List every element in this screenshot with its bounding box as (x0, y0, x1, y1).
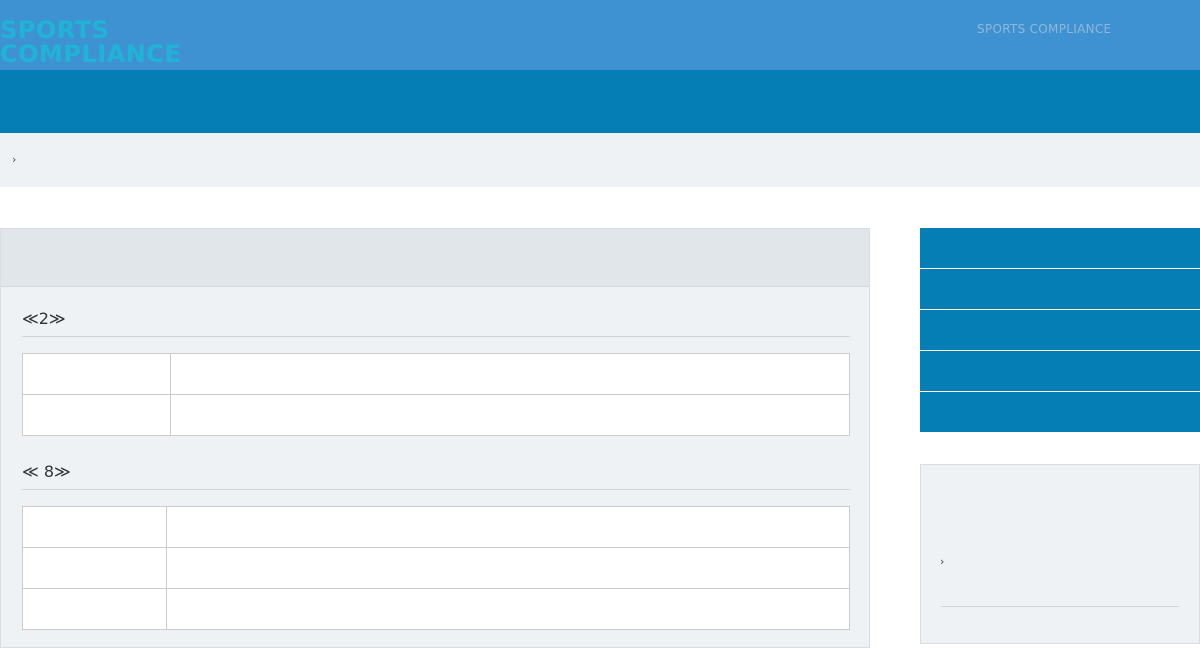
row-label-cell (22, 547, 167, 589)
section-title-1: ≪2≫ (22, 309, 66, 328)
row-label-cell (22, 588, 167, 630)
row-label-cell (22, 394, 171, 436)
sidebar-menu-item-4[interactable] (920, 351, 1200, 391)
sidebar-menu-item-2[interactable] (920, 269, 1200, 309)
sidebar-menu-item-3[interactable] (920, 310, 1200, 350)
row-label-cell (22, 353, 171, 395)
sidebar-menu-item-1[interactable] (920, 228, 1200, 268)
section-divider (22, 336, 850, 337)
brand-line-1: SPORTS (0, 16, 110, 44)
navigation-band (0, 70, 1200, 133)
row-value-cell (166, 547, 850, 589)
main-content-panel: ≪2≫ ≪ 8≫ (0, 228, 870, 648)
table-row (22, 588, 850, 630)
panel-header (1, 229, 869, 287)
sidebar-divider (941, 606, 1179, 607)
sidebar-menu-item-5[interactable] (920, 392, 1200, 432)
breadcrumb (0, 133, 1200, 187)
top-header: SPORTS COMPLIANCE SPORTS COMPLIANCE (0, 0, 1200, 70)
chevron-right-icon[interactable]: › (940, 555, 944, 569)
row-value-cell (170, 394, 850, 436)
breadcrumb-separator-icon: › (12, 153, 17, 166)
row-value-cell (170, 353, 850, 395)
row-value-cell (166, 588, 850, 630)
sidebar-box: › (920, 464, 1200, 644)
row-label-cell (22, 506, 167, 548)
details-table-1 (22, 353, 850, 436)
section-divider (22, 489, 850, 490)
table-row (22, 353, 850, 395)
header-nav-link[interactable]: SPORTS COMPLIANCE (977, 22, 1111, 36)
details-table-2 (22, 506, 850, 630)
sidebar-menu (920, 228, 1200, 433)
brand-line-2: COMPLIANCE (0, 40, 182, 68)
section-title-2: ≪ 8≫ (22, 462, 71, 481)
row-value-cell (166, 506, 850, 548)
site-logo-text[interactable]: SPORTS COMPLIANCE (0, 18, 181, 66)
table-row (22, 506, 850, 548)
table-row (22, 547, 850, 589)
table-row (22, 394, 850, 436)
